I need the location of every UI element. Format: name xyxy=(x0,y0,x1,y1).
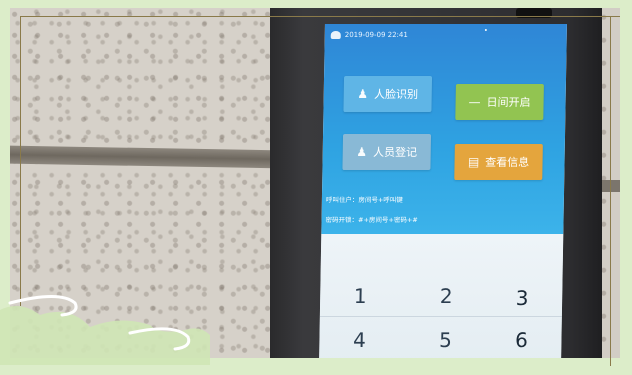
users-icon: ♟ xyxy=(356,145,368,159)
day-open-label: 日间开启 xyxy=(486,96,531,109)
keypad: 1 2 3 4 5 6 xyxy=(319,234,564,358)
device-screen: 2019-09-09 22:41 ♟ 人脸识别 — 日间开启 ♟ 人员登记 ▤ … xyxy=(319,24,567,358)
document-icon: ▤ xyxy=(467,155,480,169)
frame-right-band xyxy=(620,0,632,375)
view-info-label: 查看信息 xyxy=(485,156,530,169)
key-2[interactable]: 2 xyxy=(416,284,476,308)
frame-line-top xyxy=(20,16,620,17)
registration-label: 人员登记 xyxy=(372,146,418,159)
face-recognition-button[interactable]: ♟ 人脸识别 xyxy=(343,76,433,112)
key-1[interactable]: 1 xyxy=(330,284,390,308)
frame-line-left xyxy=(20,16,21,306)
call-instruction: 呼叫住户：房间号+呼叫键 xyxy=(325,196,403,204)
logo-icon xyxy=(330,31,341,39)
password-instruction: 密码开锁：#+房间号+密码+# xyxy=(325,216,418,224)
status-bar: 2019-09-09 22:41 xyxy=(330,28,561,42)
screen-header-area: 2019-09-09 22:41 ♟ 人脸识别 — 日间开启 ♟ 人员登记 ▤ … xyxy=(321,24,567,234)
view-info-button[interactable]: ▤ 查看信息 xyxy=(454,144,543,180)
status-datetime: 2019-09-09 22:41 xyxy=(344,31,408,39)
key-3[interactable]: 3 xyxy=(492,286,552,310)
key-5[interactable]: 5 xyxy=(415,328,475,352)
status-dot-icon xyxy=(484,29,487,31)
key-4[interactable]: 4 xyxy=(329,328,389,352)
cloud-decoration-icon xyxy=(0,295,210,365)
access-control-device: 2019-09-09 22:41 ♟ 人脸识别 — 日间开启 ♟ 人员登记 ▤ … xyxy=(270,8,602,358)
day-open-button[interactable]: — 日间开启 xyxy=(455,84,544,120)
registration-button[interactable]: ♟ 人员登记 xyxy=(342,134,432,170)
key-6[interactable]: 6 xyxy=(491,328,551,352)
keypad-divider xyxy=(319,316,562,317)
person-icon: ♟ xyxy=(357,87,369,101)
frame-line-right xyxy=(610,16,611,366)
face-recognition-label: 人脸识别 xyxy=(373,88,419,101)
minus-icon: — xyxy=(468,95,481,109)
scene: 2019-09-09 22:41 ♟ 人脸识别 — 日间开启 ♟ 人员登记 ▤ … xyxy=(0,0,632,375)
